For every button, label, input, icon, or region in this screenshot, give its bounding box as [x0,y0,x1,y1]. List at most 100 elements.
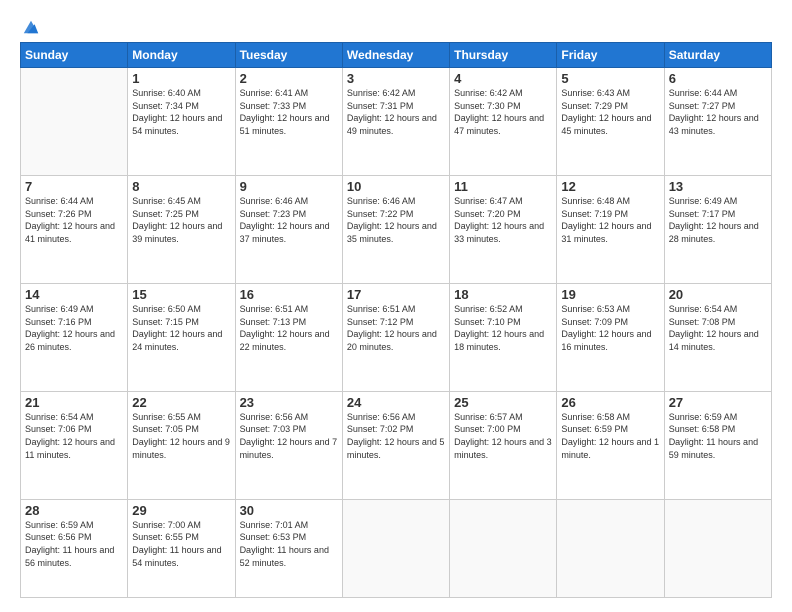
day-number: 27 [669,395,767,410]
weekday-header-cell: Thursday [450,43,557,68]
day-number: 29 [132,503,230,518]
calendar-cell: 6Sunrise: 6:44 AMSunset: 7:27 PMDaylight… [664,68,771,176]
page-header [20,18,772,32]
weekday-header-cell: Saturday [664,43,771,68]
day-number: 22 [132,395,230,410]
calendar-cell: 20Sunrise: 6:54 AMSunset: 7:08 PMDayligh… [664,283,771,391]
day-number: 1 [132,71,230,86]
day-number: 19 [561,287,659,302]
calendar-cell [557,499,664,597]
calendar-page: SundayMondayTuesdayWednesdayThursdayFrid… [0,0,792,612]
day-info: Sunrise: 6:42 AMSunset: 7:30 PMDaylight:… [454,87,552,137]
day-info: Sunrise: 6:51 AMSunset: 7:13 PMDaylight:… [240,303,338,353]
calendar-cell: 24Sunrise: 6:56 AMSunset: 7:02 PMDayligh… [342,391,449,499]
day-number: 13 [669,179,767,194]
calendar-cell: 3Sunrise: 6:42 AMSunset: 7:31 PMDaylight… [342,68,449,176]
calendar-cell: 5Sunrise: 6:43 AMSunset: 7:29 PMDaylight… [557,68,664,176]
calendar-cell: 27Sunrise: 6:59 AMSunset: 6:58 PMDayligh… [664,391,771,499]
day-info: Sunrise: 6:43 AMSunset: 7:29 PMDaylight:… [561,87,659,137]
day-info: Sunrise: 6:58 AMSunset: 6:59 PMDaylight:… [561,411,659,461]
calendar-body: 1Sunrise: 6:40 AMSunset: 7:34 PMDaylight… [21,68,772,598]
weekday-header-cell: Sunday [21,43,128,68]
calendar-cell: 26Sunrise: 6:58 AMSunset: 6:59 PMDayligh… [557,391,664,499]
day-info: Sunrise: 6:49 AMSunset: 7:17 PMDaylight:… [669,195,767,245]
weekday-header-cell: Wednesday [342,43,449,68]
calendar-cell: 9Sunrise: 6:46 AMSunset: 7:23 PMDaylight… [235,175,342,283]
day-number: 3 [347,71,445,86]
day-number: 7 [25,179,123,194]
day-number: 20 [669,287,767,302]
weekday-header-row: SundayMondayTuesdayWednesdayThursdayFrid… [21,43,772,68]
calendar-week-row: 7Sunrise: 6:44 AMSunset: 7:26 PMDaylight… [21,175,772,283]
calendar-cell: 4Sunrise: 6:42 AMSunset: 7:30 PMDaylight… [450,68,557,176]
day-number: 15 [132,287,230,302]
calendar-cell: 18Sunrise: 6:52 AMSunset: 7:10 PMDayligh… [450,283,557,391]
calendar-week-row: 21Sunrise: 6:54 AMSunset: 7:06 PMDayligh… [21,391,772,499]
weekday-header-cell: Friday [557,43,664,68]
calendar-cell [342,499,449,597]
calendar-cell: 10Sunrise: 6:46 AMSunset: 7:22 PMDayligh… [342,175,449,283]
day-number: 25 [454,395,552,410]
calendar-cell: 15Sunrise: 6:50 AMSunset: 7:15 PMDayligh… [128,283,235,391]
day-number: 24 [347,395,445,410]
day-info: Sunrise: 6:48 AMSunset: 7:19 PMDaylight:… [561,195,659,245]
day-info: Sunrise: 6:40 AMSunset: 7:34 PMDaylight:… [132,87,230,137]
day-info: Sunrise: 6:55 AMSunset: 7:05 PMDaylight:… [132,411,230,461]
day-number: 4 [454,71,552,86]
calendar-cell [21,68,128,176]
day-number: 11 [454,179,552,194]
day-number: 23 [240,395,338,410]
calendar-cell: 25Sunrise: 6:57 AMSunset: 7:00 PMDayligh… [450,391,557,499]
day-info: Sunrise: 6:47 AMSunset: 7:20 PMDaylight:… [454,195,552,245]
day-number: 18 [454,287,552,302]
day-number: 16 [240,287,338,302]
day-number: 10 [347,179,445,194]
day-info: Sunrise: 6:54 AMSunset: 7:06 PMDaylight:… [25,411,123,461]
day-info: Sunrise: 6:41 AMSunset: 7:33 PMDaylight:… [240,87,338,137]
calendar-cell: 13Sunrise: 6:49 AMSunset: 7:17 PMDayligh… [664,175,771,283]
day-number: 30 [240,503,338,518]
day-number: 8 [132,179,230,194]
day-info: Sunrise: 6:56 AMSunset: 7:02 PMDaylight:… [347,411,445,461]
calendar-cell [450,499,557,597]
calendar-cell: 21Sunrise: 6:54 AMSunset: 7:06 PMDayligh… [21,391,128,499]
logo [20,18,40,32]
day-number: 26 [561,395,659,410]
day-info: Sunrise: 6:51 AMSunset: 7:12 PMDaylight:… [347,303,445,353]
day-number: 14 [25,287,123,302]
calendar-cell: 30Sunrise: 7:01 AMSunset: 6:53 PMDayligh… [235,499,342,597]
calendar-cell: 17Sunrise: 6:51 AMSunset: 7:12 PMDayligh… [342,283,449,391]
calendar-cell: 28Sunrise: 6:59 AMSunset: 6:56 PMDayligh… [21,499,128,597]
day-info: Sunrise: 6:44 AMSunset: 7:26 PMDaylight:… [25,195,123,245]
day-info: Sunrise: 6:53 AMSunset: 7:09 PMDaylight:… [561,303,659,353]
calendar-week-row: 1Sunrise: 6:40 AMSunset: 7:34 PMDaylight… [21,68,772,176]
calendar-table: SundayMondayTuesdayWednesdayThursdayFrid… [20,42,772,598]
day-info: Sunrise: 6:46 AMSunset: 7:23 PMDaylight:… [240,195,338,245]
day-info: Sunrise: 6:44 AMSunset: 7:27 PMDaylight:… [669,87,767,137]
weekday-header-cell: Monday [128,43,235,68]
calendar-week-row: 14Sunrise: 6:49 AMSunset: 7:16 PMDayligh… [21,283,772,391]
calendar-cell: 29Sunrise: 7:00 AMSunset: 6:55 PMDayligh… [128,499,235,597]
calendar-cell: 2Sunrise: 6:41 AMSunset: 7:33 PMDaylight… [235,68,342,176]
calendar-cell: 12Sunrise: 6:48 AMSunset: 7:19 PMDayligh… [557,175,664,283]
calendar-cell: 11Sunrise: 6:47 AMSunset: 7:20 PMDayligh… [450,175,557,283]
day-number: 6 [669,71,767,86]
day-info: Sunrise: 6:46 AMSunset: 7:22 PMDaylight:… [347,195,445,245]
day-info: Sunrise: 6:54 AMSunset: 7:08 PMDaylight:… [669,303,767,353]
calendar-cell: 22Sunrise: 6:55 AMSunset: 7:05 PMDayligh… [128,391,235,499]
calendar-cell: 19Sunrise: 6:53 AMSunset: 7:09 PMDayligh… [557,283,664,391]
day-number: 17 [347,287,445,302]
day-info: Sunrise: 6:50 AMSunset: 7:15 PMDaylight:… [132,303,230,353]
calendar-cell: 7Sunrise: 6:44 AMSunset: 7:26 PMDaylight… [21,175,128,283]
day-number: 28 [25,503,123,518]
day-info: Sunrise: 6:57 AMSunset: 7:00 PMDaylight:… [454,411,552,461]
day-number: 12 [561,179,659,194]
calendar-cell: 8Sunrise: 6:45 AMSunset: 7:25 PMDaylight… [128,175,235,283]
weekday-header-cell: Tuesday [235,43,342,68]
day-number: 2 [240,71,338,86]
day-info: Sunrise: 6:42 AMSunset: 7:31 PMDaylight:… [347,87,445,137]
day-info: Sunrise: 6:59 AMSunset: 6:56 PMDaylight:… [25,519,123,569]
calendar-cell: 14Sunrise: 6:49 AMSunset: 7:16 PMDayligh… [21,283,128,391]
day-number: 5 [561,71,659,86]
day-info: Sunrise: 6:45 AMSunset: 7:25 PMDaylight:… [132,195,230,245]
